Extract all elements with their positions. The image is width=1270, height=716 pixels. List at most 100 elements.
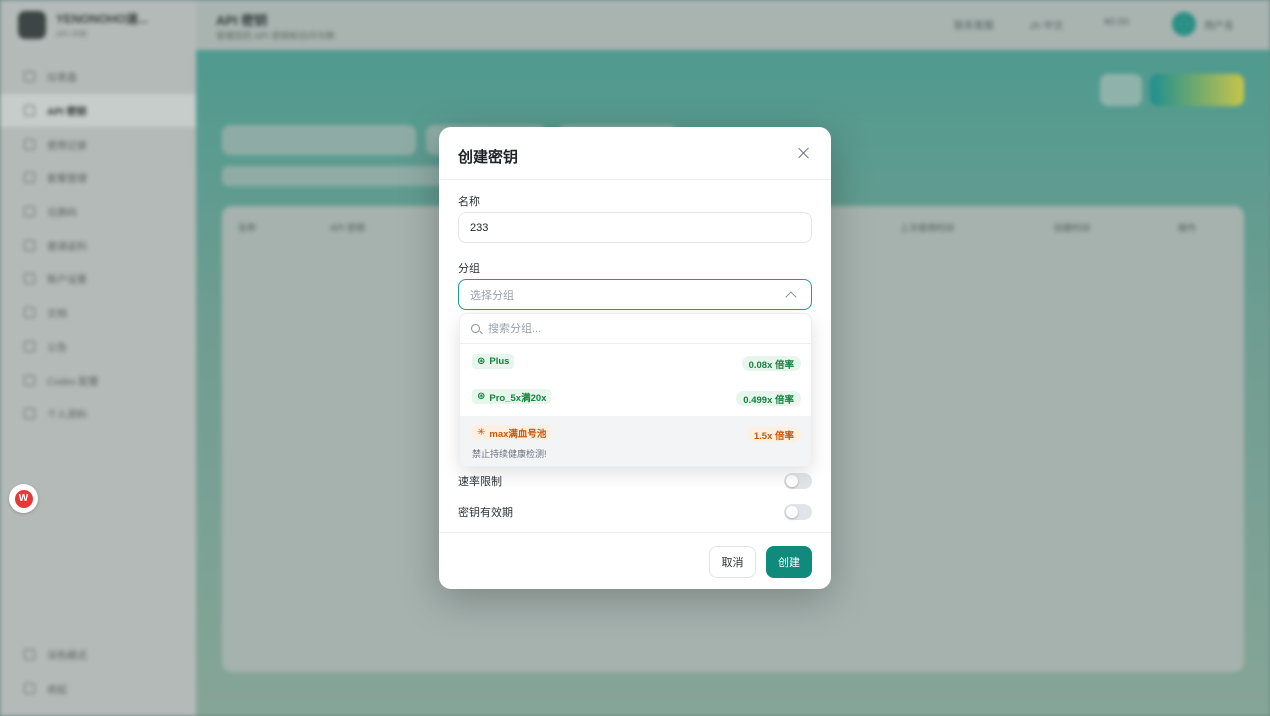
rate-limit-label: 速率限制: [458, 476, 502, 488]
group-tag: ⊛ Plus: [472, 354, 515, 369]
sidebar-item-dashboard[interactable]: 仪表盘: [0, 60, 196, 94]
close-icon[interactable]: [797, 146, 811, 160]
group-select-placeholder: 选择分组: [470, 289, 514, 302]
chart-icon: [24, 138, 35, 150]
sidebar-item-docs[interactable]: 文档: [0, 296, 196, 330]
notice-icon: [24, 340, 35, 352]
package-icon: [24, 172, 35, 184]
group-name: max满血号池: [489, 428, 547, 440]
expiry-label: 密钥有效期: [458, 507, 513, 519]
doc-icon: [24, 307, 35, 319]
chevron-up-icon: [785, 290, 797, 303]
brand-subtitle: API 中转: [56, 30, 88, 39]
group-label: 分组: [458, 263, 480, 275]
table-header-cell: 创建时间: [1054, 223, 1091, 233]
brand-logo: [18, 11, 46, 39]
page-subtitle: 管理您的 API 密钥和访问令牌: [216, 31, 335, 41]
moon-icon: [24, 649, 35, 661]
sidebar-item-label: 深色模式: [47, 651, 87, 663]
sidebar-item-label: 仪表盘: [47, 73, 77, 85]
sidebar-item-label: Codex 配置: [47, 376, 99, 388]
sidebar-item-label: 使用记录: [47, 140, 87, 152]
sidebar-item-notices[interactable]: 公告: [0, 330, 196, 364]
sidebar-item-profile[interactable]: 个人资料: [0, 397, 196, 431]
sidebar-item-label: 收起: [47, 685, 67, 697]
group-name: Pro_5x満20x: [489, 392, 547, 404]
sidebar-item-api-keys[interactable]: API 密钥: [0, 93, 196, 128]
sidebar-bottom: 深色模式 收起: [0, 638, 196, 705]
rate-badge: 0.499x 倍率: [736, 391, 801, 406]
create-key-button[interactable]: [1150, 74, 1244, 106]
user-icon: [24, 408, 35, 420]
ticket-icon: [24, 206, 35, 218]
refresh-button[interactable]: [1100, 74, 1142, 106]
brand-name: YENONOHO速...: [56, 12, 149, 26]
user-name[interactable]: 用户名: [1204, 17, 1234, 32]
expiry-row: 密钥有效期: [458, 502, 812, 522]
openai-icon: ⊛: [477, 355, 486, 367]
key-search-input[interactable]: [222, 125, 416, 155]
create-button[interactable]: 创建: [766, 546, 812, 578]
dashboard-icon: [24, 71, 35, 83]
sidebar-item-label: 套餐管理: [47, 174, 87, 186]
sidebar-item-codex[interactable]: Codex 配置: [0, 363, 196, 397]
balance-badge: ¥0.00: [1104, 17, 1130, 28]
cancel-button[interactable]: 取消: [709, 546, 756, 578]
sidebar-item-usage[interactable]: 使用记录: [0, 127, 196, 161]
sidebar-item-account[interactable]: 账户设置: [0, 262, 196, 296]
table-header-cell: API 密钥: [330, 223, 366, 233]
rate-limit-toggle[interactable]: [784, 473, 812, 489]
sidebar-item-collapse[interactable]: 收起: [0, 672, 196, 706]
modal-header: 创建密钥: [439, 127, 831, 180]
sidebar-item-dark-mode[interactable]: 深色模式: [0, 638, 196, 672]
sidebar-item-redeem[interactable]: 兑换码: [0, 195, 196, 229]
name-label: 名称: [458, 196, 480, 208]
collapse-icon: [24, 683, 35, 695]
key-icon: [24, 105, 35, 117]
language-select[interactable]: zh 中文: [1030, 17, 1063, 32]
sidebar-nav: 仪表盘 API 密钥 使用记录 套餐管理 兑换码 邀请返利 账户设置 文档 公告…: [0, 60, 196, 431]
group-tag: ✳ max满血号池: [472, 425, 552, 440]
floating-app-icon[interactable]: W: [9, 484, 38, 513]
name-input[interactable]: [458, 212, 812, 243]
claude-icon: ✳: [477, 426, 486, 438]
search-icon: [471, 324, 480, 333]
api-url-info: [222, 166, 452, 186]
group-search-input[interactable]: [488, 322, 788, 335]
openai-icon: ⊛: [477, 390, 486, 402]
table-header-cell: 名称: [238, 223, 257, 233]
rate-badge: 0.08x 倍率: [741, 356, 801, 371]
table-header-cell: 操作: [1178, 223, 1197, 233]
brand: YENONOHO速... API 中转: [18, 10, 148, 40]
modal-footer: 取消 创建: [439, 532, 831, 589]
sidebar-item-label: 公告: [47, 342, 67, 354]
code-icon: [24, 374, 35, 386]
group-name: Plus: [489, 356, 510, 367]
modal-title: 创建密钥: [458, 149, 519, 166]
sidebar-item-label: 账户设置: [47, 275, 87, 287]
group-option-max[interactable]: ✳ max满血号池 1.5x 倍率 禁止持续健康检测!: [460, 416, 811, 466]
group-option-pro[interactable]: ⊛ Pro_5x満20x 0.499x 倍率: [460, 380, 811, 415]
rate-badge: 1.5x 倍率: [746, 427, 801, 442]
group-tag: ⊛ Pro_5x満20x: [472, 389, 552, 404]
group-option-plus[interactable]: ⊛ Plus 0.08x 倍率: [460, 345, 811, 380]
group-search: [460, 314, 811, 344]
sidebar-item-label: 兑换码: [47, 208, 77, 220]
support-link[interactable]: 联系客服: [954, 17, 994, 32]
sidebar: YENONOHO速... API 中转 仪表盘 API 密钥 使用记录 套餐管理…: [0, 0, 196, 716]
avatar[interactable]: [1172, 12, 1196, 36]
wps-logo-icon: W: [14, 489, 33, 508]
sidebar-item-invite[interactable]: 邀请返利: [0, 228, 196, 262]
group-select[interactable]: 选择分组: [458, 279, 812, 310]
group-description: 禁止持续健康检测!: [472, 449, 547, 459]
sidebar-item-packages[interactable]: 套餐管理: [0, 161, 196, 195]
sidebar-item-label: 邀请返利: [47, 241, 87, 253]
settings-icon: [24, 273, 35, 285]
sidebar-item-label: 文档: [47, 309, 67, 321]
invite-icon: [24, 239, 35, 251]
sidebar-item-label: API 密钥: [47, 107, 87, 119]
expiry-toggle[interactable]: [784, 504, 812, 520]
rate-limit-row: 速率限制: [458, 471, 812, 491]
topbar: API 密钥 管理您的 API 密钥和访问令牌 联系客服 zh 中文 ¥0.00…: [196, 0, 1270, 50]
sidebar-item-label: 个人资料: [47, 410, 87, 422]
